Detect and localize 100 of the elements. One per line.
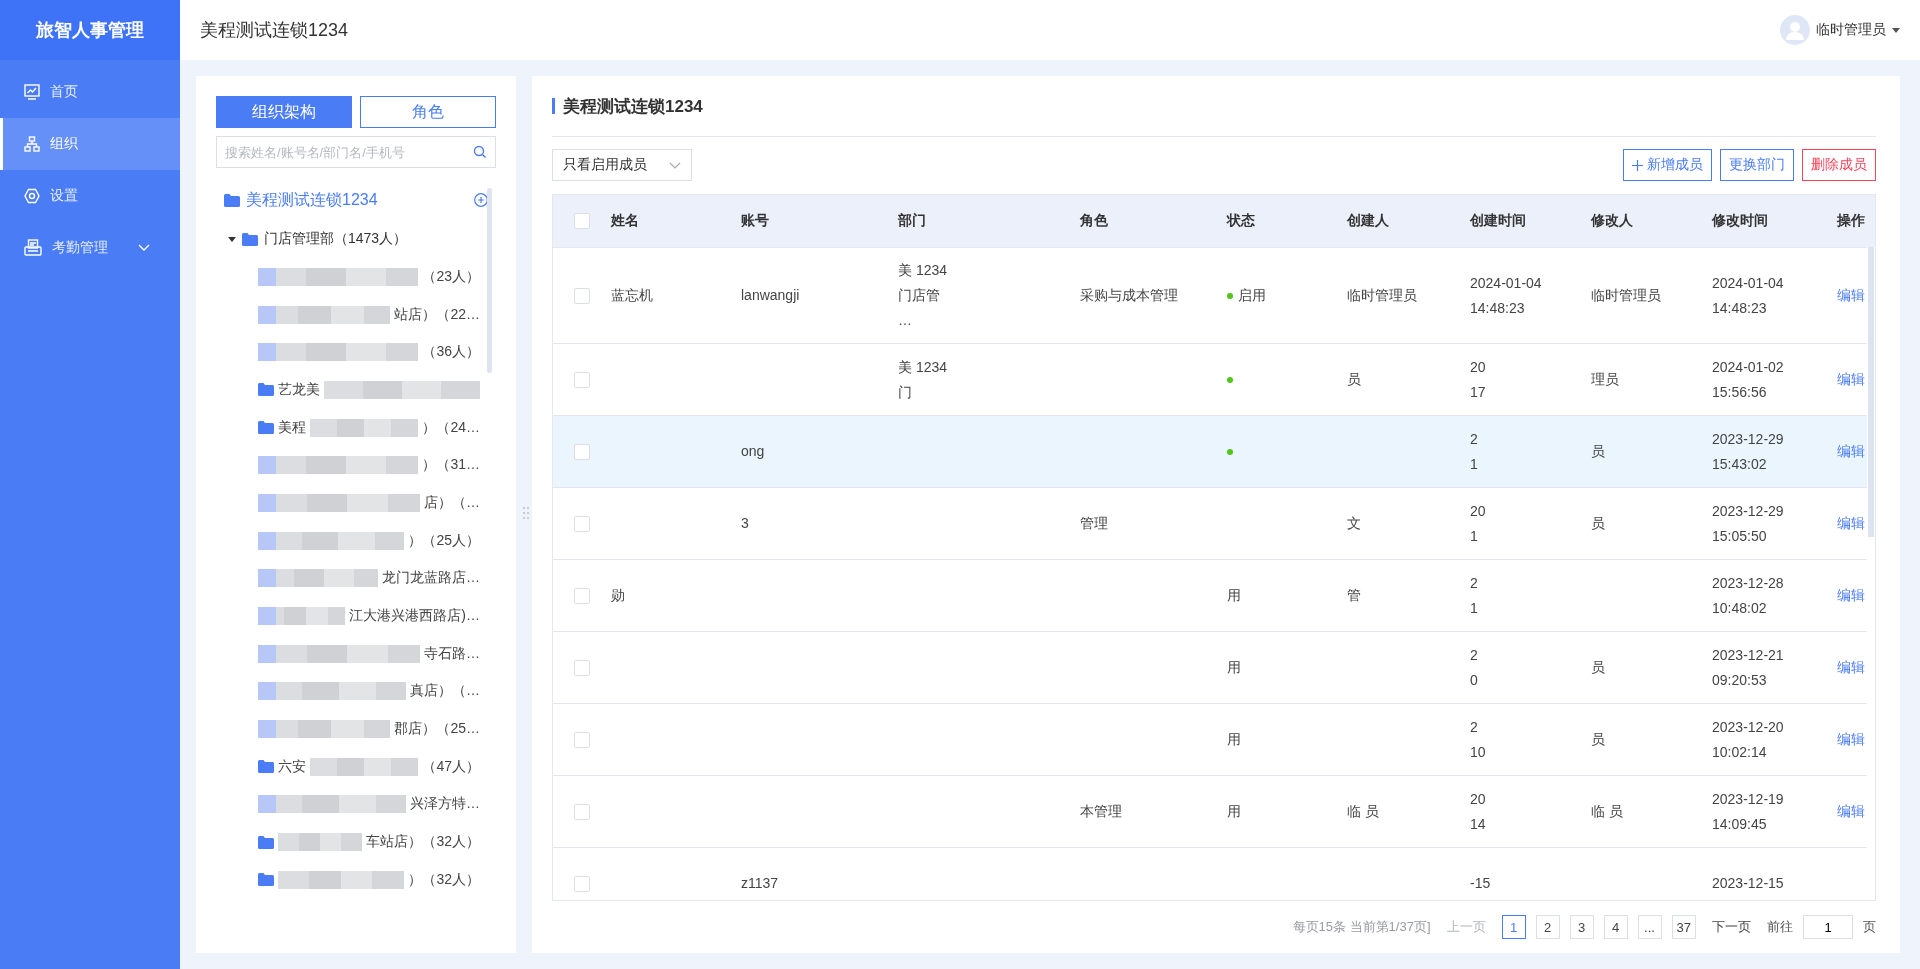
table-cell-text: 员 bbox=[1347, 370, 1362, 389]
page-button[interactable]: 3 bbox=[1569, 915, 1594, 939]
checkbox[interactable] bbox=[574, 731, 590, 748]
edit-link[interactable]: 编辑 bbox=[1837, 802, 1867, 821]
edit-link[interactable]: 编辑 bbox=[1837, 442, 1867, 461]
checkbox[interactable] bbox=[574, 213, 590, 229]
checkbox[interactable] bbox=[574, 803, 590, 820]
table-row[interactable]: 用 2 0 员 2023-12-21 09:20:53 编辑 bbox=[553, 631, 1867, 703]
table-cell-text: 0 bbox=[1470, 670, 1479, 690]
search-icon bbox=[473, 145, 487, 159]
table-cell-text: 员 bbox=[1591, 442, 1606, 461]
table-cell-text: 20 bbox=[1470, 789, 1487, 809]
tree-node[interactable]: 店）（… bbox=[424, 493, 480, 512]
avatar-icon[interactable] bbox=[1780, 15, 1810, 45]
column-header: 修改时间 bbox=[1712, 212, 1769, 230]
tree-node[interactable]: 郡店）（25… bbox=[394, 720, 480, 739]
checkbox[interactable] bbox=[574, 659, 590, 676]
table-cell-text: 2024-01-04 bbox=[1470, 273, 1543, 293]
chart-monitor-icon bbox=[24, 84, 40, 100]
tree-node[interactable]: ）（25人） bbox=[408, 531, 480, 550]
tree-node[interactable]: 六安 bbox=[278, 757, 306, 776]
table-row[interactable]: 勋 用 管 2 1 2023-12-28 10:48:02 编辑 bbox=[553, 559, 1867, 631]
checkbox[interactable] bbox=[574, 371, 590, 388]
edit-link[interactable]: 编辑 bbox=[1837, 514, 1867, 533]
tree-node[interactable]: 门店管理部（1473人） bbox=[264, 230, 408, 248]
table-cell-text: 用 bbox=[1227, 730, 1241, 749]
table-row[interactable]: 本管理 用 临 员 20 14 临 员 2023-12-19 14:09:45 编辑 bbox=[553, 775, 1867, 847]
table-row[interactable]: ong 2 1 员 2023-12-29 15:43:02 编辑 bbox=[553, 415, 1867, 487]
tree-node[interactable]: 艺龙美 bbox=[278, 380, 320, 399]
tree-node[interactable]: 美程 bbox=[278, 418, 306, 437]
edit-link[interactable]: 编辑 bbox=[1837, 586, 1867, 605]
table-row[interactable]: 蓝忘机 lanwangji 美 1234 门店管 … 采购与成本管理 启用 临时管理员 2024-01-04 14:48:23 临时管理员 2024-01-04 14:48:23 编辑 bbox=[553, 247, 1867, 343]
table-cell-text: 员 bbox=[1591, 658, 1606, 677]
tab[interactable]: 角色 bbox=[360, 96, 496, 128]
edit-link[interactable]: 编辑 bbox=[1837, 658, 1867, 677]
page-input[interactable]: 1 bbox=[1803, 915, 1853, 939]
scrollbar[interactable] bbox=[487, 188, 492, 373]
table-cell-text: z1137 bbox=[741, 874, 780, 893]
column-header: 姓名 bbox=[611, 212, 640, 230]
tree-node[interactable]: ）（31… bbox=[422, 456, 480, 475]
tree-node[interactable]: 兴泽方特… bbox=[410, 795, 480, 814]
tree-node[interactable]: （47人） bbox=[422, 757, 480, 776]
tree-node[interactable]: 车站店）（32人） bbox=[366, 833, 480, 852]
page-button[interactable]: 37 bbox=[1671, 915, 1696, 939]
table-row[interactable]: 用 2 10 员 2023-12-20 10:02:14 编辑 bbox=[553, 703, 1867, 775]
table-cell-text: 蓝忘机 bbox=[611, 286, 654, 305]
checkbox[interactable] bbox=[574, 287, 590, 304]
table-row[interactable]: 3 管理 文 20 1 员 2023-12-29 15:05:50 编辑 bbox=[553, 487, 1867, 559]
tree-node[interactable]: 寺石路… bbox=[424, 644, 480, 663]
table-cell-text: ong bbox=[741, 442, 766, 461]
delete-member-button[interactable]: 删除成员 bbox=[1802, 149, 1876, 181]
scrollbar[interactable] bbox=[1868, 247, 1874, 537]
add-member-button[interactable]: 新增成员 bbox=[1623, 149, 1712, 181]
caret-icon[interactable] bbox=[1892, 27, 1900, 33]
table-cell-text: 1 bbox=[1470, 526, 1479, 546]
drag-handle-icon[interactable] bbox=[522, 506, 530, 520]
header-title: 美程测试连锁1234 bbox=[200, 19, 349, 42]
table-cell-text: 3 bbox=[741, 514, 750, 533]
table-cell-text: 2023-12-20 bbox=[1712, 717, 1785, 737]
edit-link[interactable]: 编辑 bbox=[1837, 286, 1867, 305]
add-circle-icon[interactable] bbox=[474, 193, 488, 207]
table-cell-text: 10:02:14 bbox=[1712, 742, 1768, 762]
tab[interactable]: 组织架构 bbox=[216, 96, 352, 128]
checkbox[interactable] bbox=[574, 875, 590, 892]
page-button[interactable]: 1 bbox=[1501, 915, 1526, 939]
table-cell-text: 10:48:02 bbox=[1712, 598, 1768, 618]
tree-node[interactable]: ）（32人） bbox=[408, 870, 480, 889]
expand-caret-icon[interactable] bbox=[228, 235, 236, 243]
next-page-button[interactable]: 下一页 bbox=[1706, 917, 1757, 937]
table-cell-text: 用 bbox=[1227, 802, 1241, 821]
table-cell-text: 临时管理员 bbox=[1347, 286, 1418, 305]
tree-node[interactable]: ）（24… bbox=[422, 418, 480, 437]
checkbox[interactable] bbox=[574, 443, 590, 460]
page-button[interactable]: ... bbox=[1637, 915, 1662, 939]
tree-node[interactable]: 美程测试连锁1234 bbox=[246, 189, 378, 211]
tree-node[interactable]: （36人） bbox=[422, 343, 480, 362]
tree-node[interactable]: 龙门龙蓝路店… bbox=[382, 569, 480, 588]
tree-node[interactable]: 站店）（22… bbox=[394, 305, 480, 324]
search-field[interactable]: 搜索姓名/账号名/部门名/手机号 bbox=[216, 136, 496, 168]
checkbox[interactable] bbox=[574, 515, 590, 532]
settings-icon bbox=[24, 188, 40, 204]
tree-node[interactable]: 江大港兴港西路店)… bbox=[349, 607, 480, 626]
table-cell-text: -15 bbox=[1470, 874, 1492, 893]
edit-link[interactable]: 编辑 bbox=[1837, 370, 1867, 389]
change-department-button[interactable]: 更换部门 bbox=[1720, 149, 1794, 181]
checkbox[interactable] bbox=[574, 587, 590, 604]
tree-node[interactable]: 真店）（… bbox=[410, 682, 480, 701]
table-cell-text: 2 bbox=[1470, 429, 1479, 449]
folder-icon bbox=[258, 760, 274, 774]
page-button[interactable]: 2 bbox=[1535, 915, 1560, 939]
page-button[interactable]: 4 bbox=[1603, 915, 1628, 939]
filter-select[interactable]: 只看启用成员 bbox=[552, 149, 692, 181]
table-cell-text: 20 bbox=[1470, 357, 1487, 377]
table-cell-text: 1 bbox=[1470, 454, 1479, 474]
edit-link[interactable]: 编辑 bbox=[1837, 730, 1867, 749]
tree-node[interactable]: （23人） bbox=[422, 267, 480, 286]
table-cell-text: 临 员 bbox=[1591, 802, 1624, 821]
user-name[interactable]: 临时管理员 bbox=[1816, 21, 1886, 39]
table-cell-text: 2023-12-28 bbox=[1712, 573, 1785, 593]
table-cell-text: 2023-12-21 bbox=[1712, 645, 1785, 665]
